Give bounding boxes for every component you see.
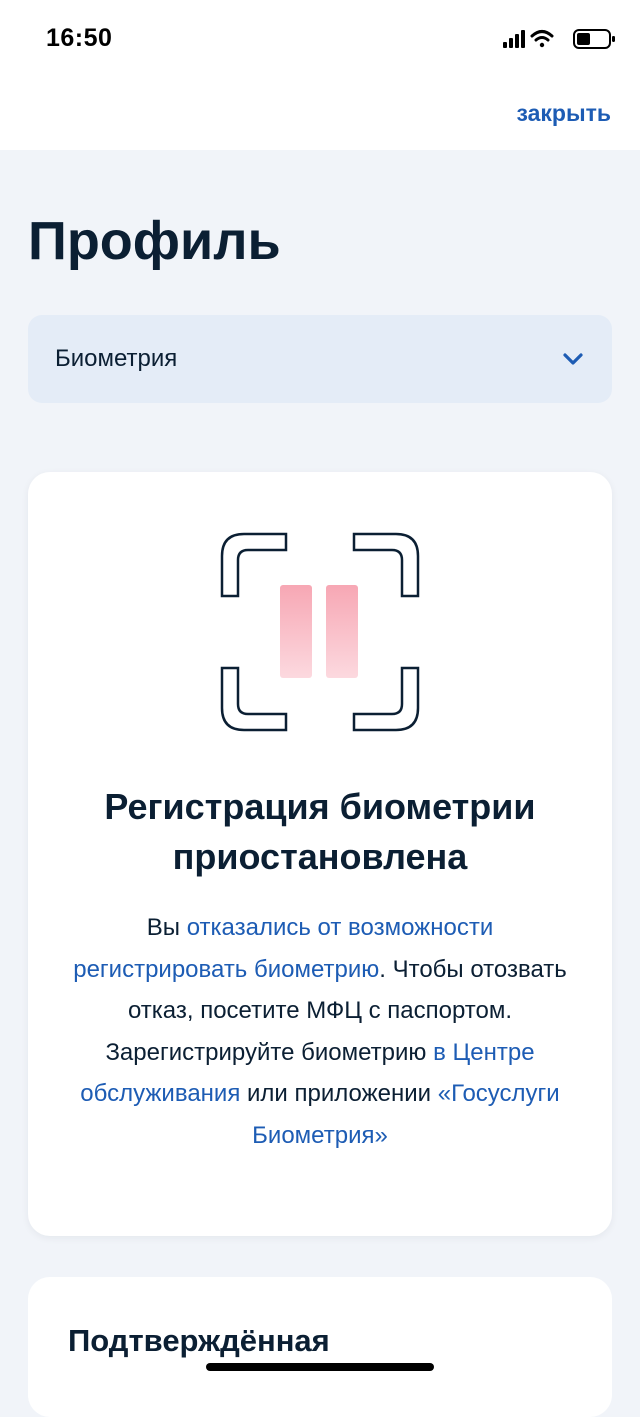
top-bar: 16:50 закрыть [0,0,640,150]
description-text-3: или приложении [240,1080,438,1107]
biometry-status-title: Регистрация биометрии приостановлена [28,782,612,882]
status-time: 16:50 [46,24,113,52]
section-select[interactable]: Биометрия [28,315,612,403]
biometry-status-card: Регистрация биометрии приостановлена Вы … [28,472,612,1236]
battery-icon [573,29,615,49]
section-select-value: Биометрия [55,345,178,372]
biometry-status-title-line2: приостановлена [172,836,468,877]
home-indicator [206,1363,434,1371]
biometry-status-title-line1: Регистрация биометрии [104,786,536,827]
biometry-status-description: Вы отказались от возможности регистриров… [68,907,572,1156]
wifi-icon [530,30,554,48]
page-title: Профиль [28,211,281,271]
close-link[interactable]: закрыть [516,100,611,127]
status-icons [503,29,615,49]
confirmed-biometry-title: Подтверждённая [68,1323,330,1358]
chevron-down-icon [563,353,583,365]
cellular-signal-icon [503,30,525,48]
face-scan-paused-icon [220,532,420,732]
description-text-1: Вы [146,914,187,941]
confirmed-biometry-card: Подтверждённая [28,1277,612,1417]
